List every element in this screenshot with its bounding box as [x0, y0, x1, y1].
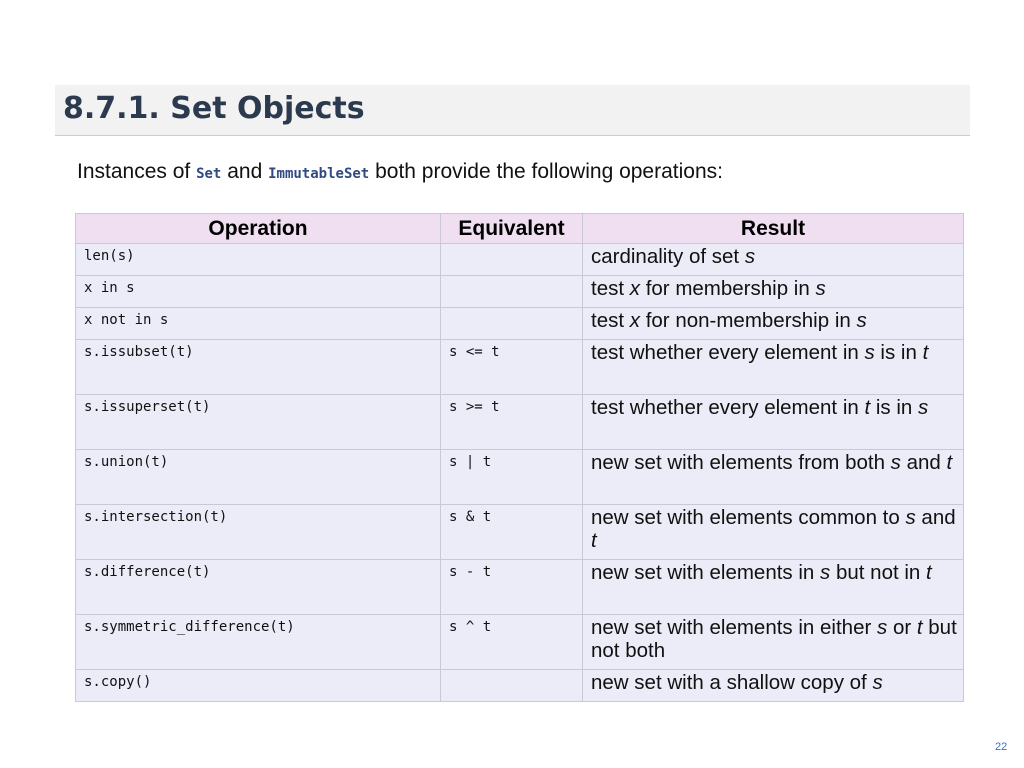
table-row: x not in s test x for non-membership in … [75, 307, 964, 340]
column-header-equivalent: Equivalent [440, 213, 583, 244]
operation-cell: s.union(t) [75, 449, 441, 505]
set-class-name: Set [196, 166, 222, 182]
section-heading-bar: 8.7.1. Set Objects [55, 85, 970, 136]
equivalent-cell: s >= t [440, 394, 583, 450]
result-cell: new set with a shallow copy of s [582, 669, 964, 702]
table-header-row: Operation Equivalent Result [75, 213, 964, 244]
equivalent-cell [440, 669, 583, 702]
operation-cell: s.issuperset(t) [75, 394, 441, 450]
result-cell: new set with elements in s but not in t [582, 559, 964, 615]
page-number: 22 [995, 741, 1008, 753]
operation-cell: len(s) [75, 243, 441, 276]
result-cell: test whether every element in s is in t [582, 339, 964, 395]
equivalent-cell [440, 275, 583, 308]
operation-cell: s.issubset(t) [75, 339, 441, 395]
equivalent-cell: s ^ t [440, 614, 583, 670]
table-row: len(s) cardinality of set s [75, 243, 964, 276]
table-row: s.intersection(t) s & t new set with ele… [75, 504, 964, 560]
equivalent-cell: s | t [440, 449, 583, 505]
intro-suffix: both provide the following operations: [369, 160, 723, 183]
column-header-operation: Operation [75, 213, 441, 244]
table-row: s.issuperset(t) s >= t test whether ever… [75, 394, 964, 450]
table-row: s.copy() new set with a shallow copy of … [75, 669, 964, 702]
result-cell: test x for non-membership in s [582, 307, 964, 340]
table-row: x in s test x for membership in s [75, 275, 964, 308]
intro-prefix: Instances of [77, 160, 197, 183]
result-cell: test whether every element in t is in s [582, 394, 964, 450]
result-cell: new set with elements common to s and t [582, 504, 964, 560]
section-title: 8.7.1. Set Objects [63, 91, 365, 126]
operation-cell: s.difference(t) [75, 559, 441, 615]
operation-cell: s.symmetric_difference(t) [75, 614, 441, 670]
operation-cell: x not in s [75, 307, 441, 340]
result-cell: cardinality of set s [582, 243, 964, 276]
set-operations-table: Operation Equivalent Result len(s) cardi… [75, 213, 964, 702]
table-row: s.union(t) s | t new set with elements f… [75, 449, 964, 505]
table-row: s.difference(t) s - t new set with eleme… [75, 559, 964, 615]
equivalent-cell: s - t [440, 559, 583, 615]
table-row: s.symmetric_difference(t) s ^ t new set … [75, 614, 964, 670]
table-row: s.issubset(t) s <= t test whether every … [75, 339, 964, 395]
equivalent-cell [440, 243, 583, 276]
intro-middle: and [221, 160, 269, 183]
operation-cell: s.copy() [75, 669, 441, 702]
equivalent-cell [440, 307, 583, 340]
result-cell: new set with elements in either s or t b… [582, 614, 964, 670]
intro-sentence: Instances of Set and ImmutableSet both p… [77, 160, 723, 184]
equivalent-cell: s <= t [440, 339, 583, 395]
result-cell: new set with elements from both s and t [582, 449, 964, 505]
column-header-result: Result [582, 213, 964, 244]
equivalent-cell: s & t [440, 504, 583, 560]
immutableset-class-name: ImmutableSet [268, 166, 370, 182]
operation-cell: x in s [75, 275, 441, 308]
operation-cell: s.intersection(t) [75, 504, 441, 560]
result-cell: test x for membership in s [582, 275, 964, 308]
